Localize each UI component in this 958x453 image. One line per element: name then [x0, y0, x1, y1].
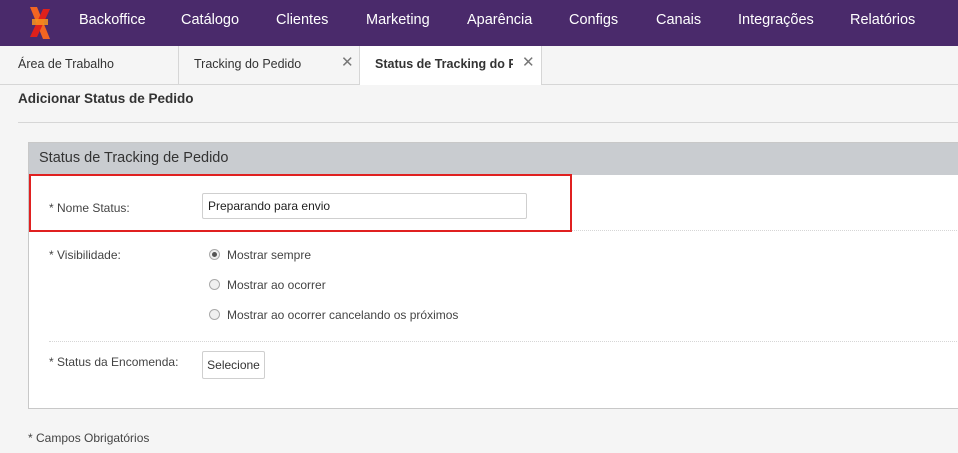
nav-item-canais[interactable]: Canais — [656, 0, 701, 46]
status-panel: Status de Tracking de Pedido * Nome Stat… — [28, 142, 958, 409]
tab-bar: Área de Trabalho Tracking do Pedido ✕ St… — [0, 46, 958, 85]
tab-label: Tracking do Pedido — [194, 57, 302, 71]
radio-button[interactable] — [209, 279, 220, 290]
nav-item-marketing[interactable]: Marketing — [366, 0, 430, 46]
tab-tracking-do-pedido[interactable]: Tracking do Pedido ✕ — [179, 46, 359, 84]
panel-header: Status de Tracking de Pedido — [29, 143, 958, 175]
close-icon[interactable]: ✕ — [341, 46, 354, 80]
nav-item-configs[interactable]: Configs — [569, 0, 618, 46]
brand-logo-icon[interactable] — [28, 5, 52, 41]
close-icon[interactable]: ✕ — [522, 46, 535, 80]
nome-status-label: * Nome Status: — [49, 201, 130, 215]
tab-label: Status de Tracking do Pedido — [375, 57, 513, 71]
status-encomenda-label: * Status da Encomenda: — [49, 355, 179, 369]
visibilidade-label: * Visibilidade: — [49, 248, 121, 262]
radio-label: Mostrar sempre — [227, 248, 312, 262]
tab-label: Área de Trabalho — [18, 57, 114, 71]
nav-item-integracoes[interactable]: Integrações — [738, 0, 814, 46]
radio-button[interactable] — [209, 309, 220, 320]
nome-status-input[interactable] — [202, 193, 527, 219]
tab-area-de-trabalho[interactable]: Área de Trabalho — [0, 46, 178, 84]
tab-divider — [541, 46, 542, 84]
nav-item-clientes[interactable]: Clientes — [276, 0, 328, 46]
row-divider — [49, 341, 958, 342]
radio-label: Mostrar ao ocorrer — [227, 278, 326, 292]
title-divider — [18, 122, 958, 123]
nav-item-catalogo[interactable]: Catálogo — [181, 0, 239, 46]
tab-status-de-tracking[interactable]: Status de Tracking do Pedido ✕ — [360, 46, 541, 85]
required-fields-note: * Campos Obrigatórios — [28, 431, 150, 445]
radio-label: Mostrar ao ocorrer cancelando os próximo… — [227, 308, 459, 322]
nav-item-backoffice[interactable]: Backoffice — [79, 0, 146, 46]
radio-button[interactable] — [209, 249, 220, 260]
row-divider — [49, 230, 958, 231]
nav-item-aparencia[interactable]: Aparência — [467, 0, 532, 46]
top-navbar: Backoffice Catálogo Clientes Marketing A… — [0, 0, 958, 46]
nav-item-relatorios[interactable]: Relatórios — [850, 0, 915, 46]
selecione-button[interactable]: Selecione — [202, 351, 265, 379]
page-title: Adicionar Status de Pedido — [18, 91, 194, 106]
